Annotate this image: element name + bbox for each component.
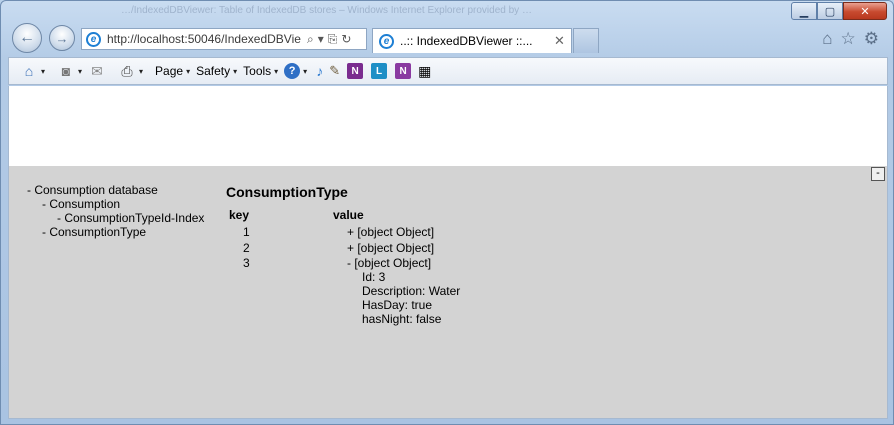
addon-tools-icon[interactable]: ✎ bbox=[329, 63, 340, 79]
row-key: 3 bbox=[243, 256, 250, 270]
back-arrow-icon: ← bbox=[19, 29, 35, 46]
object-property: Id: 3 bbox=[362, 270, 386, 284]
refresh-icon[interactable]: ↻ bbox=[341, 32, 351, 47]
gear-icon[interactable]: ⚙ bbox=[864, 29, 879, 49]
tab-title: ..:: IndexedDBViewer ::... bbox=[400, 34, 533, 48]
row-value-toggle[interactable]: + [object Object] bbox=[347, 241, 507, 255]
help-icon: ? bbox=[284, 63, 301, 79]
chevron-down-icon: ▾ bbox=[78, 66, 83, 76]
ie-page-icon: e bbox=[86, 31, 101, 47]
tree-item-store-consumption[interactable]: - Consumption bbox=[27, 197, 204, 211]
back-button[interactable]: ← bbox=[12, 23, 42, 53]
address-bar[interactable]: e http://localhost:50046/IndexedDBVie ⌕ … bbox=[81, 28, 367, 50]
addon-lync-icon[interactable]: L bbox=[371, 63, 388, 79]
store-title: ConsumptionType bbox=[226, 184, 348, 200]
object-property: hasNight: false bbox=[362, 312, 442, 326]
feeds-menu[interactable]: ◙ ▾ bbox=[54, 60, 85, 82]
rss-feed-icon: ◙ bbox=[61, 63, 71, 79]
url-text[interactable]: http://localhost:50046/IndexedDBVie bbox=[107, 32, 303, 46]
address-icons: ⌕ ▾ ⎘ ↻ bbox=[307, 32, 351, 47]
addon-onenote-linked-icon[interactable]: N bbox=[395, 63, 412, 79]
chevron-down-icon: ▾ bbox=[303, 66, 308, 76]
page-menu-label: Page bbox=[155, 64, 184, 78]
page-content-top bbox=[8, 86, 888, 166]
addon-toolbar: ♪ ✎ N L N ▦ bbox=[310, 60, 437, 82]
home-icon: ⌂ bbox=[24, 63, 34, 79]
tab-close-icon[interactable]: ✕ bbox=[554, 33, 565, 49]
page-menu[interactable]: Page ▾ bbox=[152, 60, 193, 82]
object-property: Description: Water bbox=[362, 284, 461, 298]
close-button[interactable]: ✕ bbox=[843, 2, 887, 20]
window-controls: ▁ ▢ ✕ bbox=[791, 2, 887, 20]
printer-icon: ⎙ bbox=[121, 62, 133, 79]
tree-item-index[interactable]: - ConsumptionTypeId-Index bbox=[27, 211, 204, 225]
tools-menu-label: Tools bbox=[243, 64, 272, 78]
row-key: 1 bbox=[243, 225, 250, 239]
forward-button[interactable]: → bbox=[49, 25, 75, 51]
tree-item-store-consumptiontype[interactable]: - ConsumptionType bbox=[27, 225, 204, 239]
column-header-value: value bbox=[333, 208, 364, 222]
indexeddb-viewer-panel: - - Consumption database - Consumption -… bbox=[8, 166, 888, 419]
print-menu[interactable]: ⎙ ▾ bbox=[115, 60, 146, 82]
mail-icon: ✉ bbox=[91, 62, 103, 79]
tab-indexeddbviewer[interactable]: e ..:: IndexedDBViewer ::... ✕ bbox=[372, 28, 572, 53]
safety-menu[interactable]: Safety ▾ bbox=[193, 60, 240, 82]
chevron-down-icon[interactable]: ▾ bbox=[318, 32, 324, 47]
chevron-down-icon: ▾ bbox=[274, 66, 279, 76]
row-key: 2 bbox=[243, 241, 250, 255]
browser-right-icons: ⌂ ☆ ⚙ bbox=[822, 29, 879, 49]
minimize-button[interactable]: ▁ bbox=[791, 2, 817, 20]
home-menu[interactable]: ⌂ ▾ bbox=[17, 60, 48, 82]
chevron-down-icon: ▾ bbox=[139, 66, 144, 76]
search-icon[interactable]: ⌕ bbox=[307, 32, 314, 47]
favorites-star-icon[interactable]: ☆ bbox=[841, 29, 856, 49]
command-bar: ⌂ ▾ ◙ ▾ ✉ ⎙ ▾ Page ▾ Safety ▾ Tools ▾ ? … bbox=[8, 57, 888, 85]
compatibility-view-icon[interactable]: ⎘ bbox=[328, 32, 338, 47]
ie-tab-icon: e bbox=[379, 33, 394, 49]
browser-window: …/IndexedDBViewer: Table of IndexedDB st… bbox=[0, 0, 894, 425]
forward-arrow-icon: → bbox=[55, 30, 69, 46]
chevron-down-icon: ▾ bbox=[233, 66, 238, 76]
row-value-toggle[interactable]: - [object Object] bbox=[347, 256, 507, 270]
database-tree: - Consumption database - Consumption - C… bbox=[27, 183, 204, 239]
maximize-button[interactable]: ▢ bbox=[817, 2, 843, 20]
home-icon[interactable]: ⌂ bbox=[822, 29, 832, 49]
read-mail-button[interactable]: ✉ bbox=[85, 60, 109, 82]
addon-blue-jay-icon[interactable]: ♪ bbox=[316, 63, 323, 79]
help-menu[interactable]: ? ▾ bbox=[281, 60, 310, 82]
chevron-down-icon: ▾ bbox=[186, 66, 191, 76]
chevron-down-icon: ▾ bbox=[41, 66, 46, 76]
safety-menu-label: Safety bbox=[196, 64, 231, 78]
row-value-toggle[interactable]: + [object Object] bbox=[347, 225, 507, 239]
tools-menu[interactable]: Tools ▾ bbox=[240, 60, 281, 82]
collapse-panel-button[interactable]: - bbox=[871, 167, 885, 181]
object-property: HasDay: true bbox=[362, 298, 433, 312]
window-title: …/IndexedDBViewer: Table of IndexedDB st… bbox=[121, 5, 532, 16]
addon-grid-icon[interactable]: ▦ bbox=[418, 63, 431, 80]
column-header-key: key bbox=[229, 208, 250, 222]
new-tab-button[interactable] bbox=[573, 28, 599, 53]
addon-onenote-icon[interactable]: N bbox=[347, 63, 364, 79]
tree-item-database[interactable]: - Consumption database bbox=[27, 183, 204, 197]
